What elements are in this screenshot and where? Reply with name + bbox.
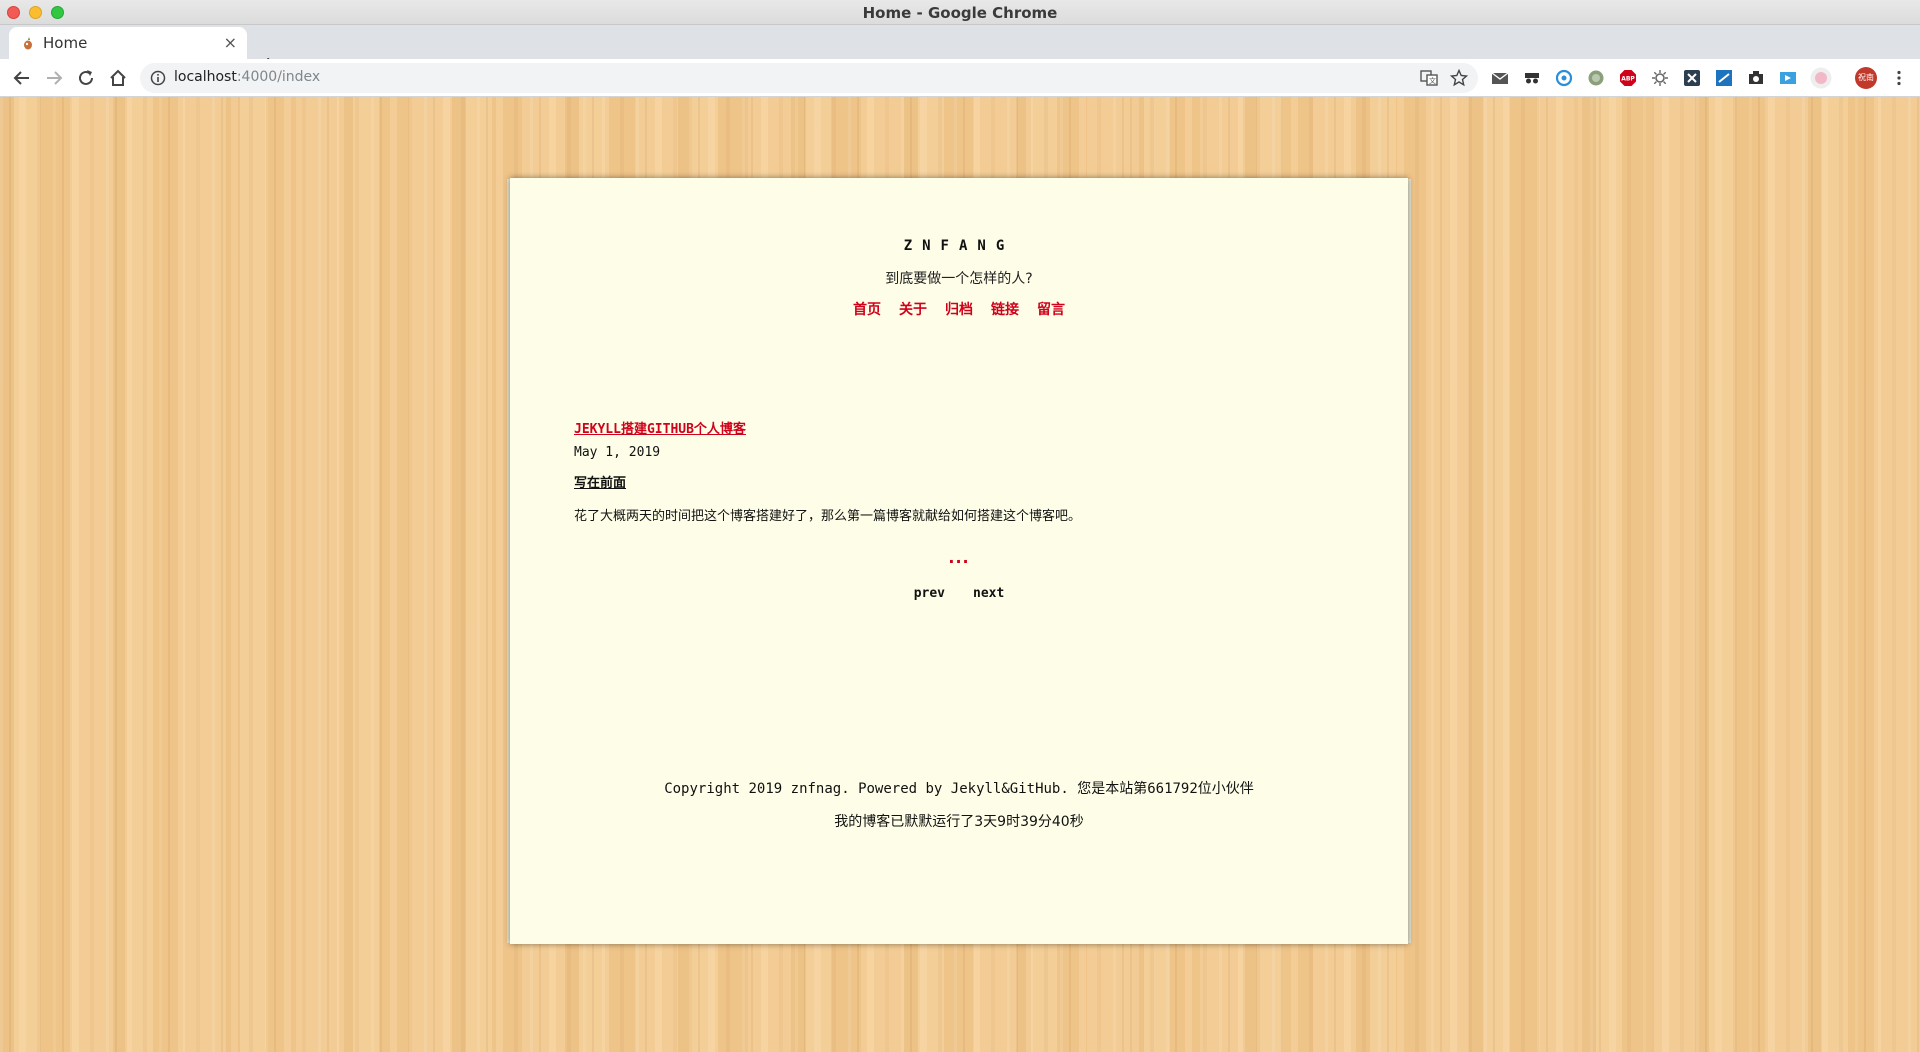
- reload-icon[interactable]: [75, 67, 97, 89]
- url-host: localhost: [174, 69, 237, 85]
- prev-page-link[interactable]: prev: [914, 586, 945, 601]
- page-viewport: ZNFANG 到底要做一个怎样的人? 首页 关于 归档 链接 留言 JEKYLL搭建GI…: [0, 97, 1920, 1052]
- svg-text:ABP: ABP: [1621, 76, 1635, 83]
- gear-extension-icon[interactable]: [1651, 69, 1669, 87]
- info-icon[interactable]: [150, 70, 166, 86]
- next-page-link[interactable]: next: [973, 586, 1004, 601]
- nav-link-home[interactable]: 首页: [853, 302, 881, 318]
- x-extension-icon[interactable]: [1683, 69, 1701, 87]
- content-paper: ZNFANG 到底要做一个怎样的人? 首页 关于 归档 链接 留言 JEKYLL搭建GI…: [510, 178, 1408, 944]
- url-text[interactable]: localhost:4000/index: [174, 69, 320, 85]
- home-icon[interactable]: [107, 67, 129, 89]
- window-title: Home - Google Chrome: [862, 4, 1058, 22]
- back-icon[interactable]: [11, 67, 33, 89]
- post-subheading: 写在前面: [574, 476, 627, 491]
- favicon-icon: [24, 37, 32, 50]
- tab-strip: Home × +: [0, 25, 1920, 78]
- menu-icon[interactable]: [1890, 69, 1908, 87]
- bookmark-star-icon[interactable]: [1450, 69, 1468, 87]
- circle-green-icon[interactable]: [1587, 69, 1605, 87]
- nav-link-about[interactable]: 关于: [899, 302, 927, 318]
- post-title-link[interactable]: JEKYLL搭建GITHUB个人博客: [574, 418, 746, 437]
- nav-link-links[interactable]: 链接: [991, 302, 1019, 318]
- footer-runtime: 我的博客已默默运行了3天9时39分40秒: [834, 814, 1084, 830]
- forward-icon[interactable]: [43, 67, 65, 89]
- svg-text:文: 文: [1429, 76, 1436, 85]
- circle-blue-icon[interactable]: [1555, 69, 1573, 87]
- site-nav: 首页 关于 归档 链接 留言: [510, 299, 1408, 319]
- incognito-icon[interactable]: [1523, 69, 1541, 87]
- tab-close-icon[interactable]: ×: [224, 33, 237, 52]
- url-path: :4000/index: [236, 69, 321, 85]
- s-extension-icon[interactable]: [1715, 69, 1733, 87]
- profile-avatar[interactable]: 祝南: [1855, 67, 1877, 89]
- browser-toolbar: localhost:4000/index 文 ABP 祝南: [0, 59, 1920, 97]
- cast-icon[interactable]: [1779, 69, 1797, 87]
- nav-link-archive[interactable]: 归档: [945, 302, 973, 318]
- footer-copyright: Copyright 2019 znfnag. Powered by Jekyll…: [664, 781, 1254, 797]
- adblock-icon[interactable]: ABP: [1619, 69, 1637, 87]
- post-excerpt: 花了大概两天的时间把这个博客搭建好了，那么第一篇博客就献给如何搭建这个博客吧。: [574, 509, 1082, 524]
- read-more-link[interactable]: ...: [510, 548, 1408, 567]
- tab-home[interactable]: Home ×: [9, 27, 247, 59]
- translate-icon[interactable]: 文: [1420, 69, 1438, 87]
- window-titlebar: Home - Google Chrome: [0, 0, 1920, 25]
- tab-title: Home: [43, 34, 88, 52]
- pink-extension-icon[interactable]: [1810, 67, 1832, 89]
- pagination: prev next: [510, 586, 1408, 601]
- post-date: May 1, 2019: [574, 445, 661, 460]
- site-subtitle: 到底要做一个怎样的人?: [885, 271, 1033, 287]
- nav-link-guestbook[interactable]: 留言: [1037, 302, 1065, 318]
- site-title[interactable]: ZNFANG: [510, 238, 1408, 254]
- mail-icon[interactable]: [1491, 69, 1509, 87]
- camera-icon[interactable]: [1747, 69, 1765, 87]
- address-bar[interactable]: localhost:4000/index 文: [140, 63, 1478, 93]
